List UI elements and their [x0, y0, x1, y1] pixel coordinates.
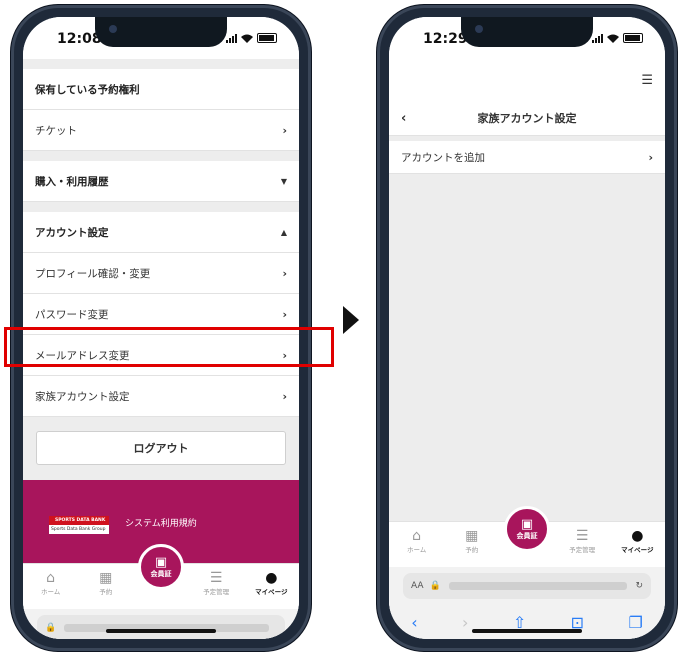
url-field[interactable]: 🔒 — [37, 615, 285, 639]
section-history[interactable]: 購入・利用履歴 ▼ — [23, 161, 299, 202]
reload-icon[interactable]: ↻ — [635, 581, 643, 591]
qr-code-icon: ▣ — [154, 555, 168, 570]
url-field[interactable]: AA 🔒 ↻ — [403, 573, 651, 599]
calendar-icon: ▦ — [99, 570, 113, 586]
tab-schedule[interactable]: ☰ 予定管理 — [557, 528, 607, 554]
camera-icon — [475, 25, 483, 33]
tab-home[interactable]: ⌂ ホーム — [392, 528, 442, 554]
terms-link[interactable]: システム利用規約 — [125, 516, 197, 529]
lock-icon: 🔒 — [429, 581, 441, 591]
signal-icon — [592, 34, 603, 43]
home-indicator — [472, 629, 582, 633]
notch — [461, 17, 593, 47]
qr-code-icon: ▣ — [520, 517, 534, 532]
tabs-icon[interactable]: ❐ — [628, 613, 642, 632]
highlight-box — [4, 327, 334, 367]
browser-url-bar: 🔒 — [23, 609, 299, 639]
user-icon: ● — [265, 570, 278, 586]
caret-up-icon: ▲ — [280, 227, 287, 237]
tab-reserve[interactable]: ▦ 予約 — [81, 570, 131, 596]
tab-bar: ⌂ ホーム ▦ 予約 ☰ 予定管理 ● マイページ ▣ 会員証 — [23, 544, 299, 609]
right-phone: 12:29 ☰ ‹ 家族アカウント設定 アカウントを追加 › ⌂ ホーム ▦ 予約 ☰… — [376, 4, 678, 652]
member-card-button[interactable]: ▣ 会員証 — [504, 506, 550, 552]
list-icon: ☰ — [209, 570, 223, 586]
add-account-label: アカウントを追加 — [401, 151, 485, 164]
system-icons — [226, 33, 277, 43]
chevron-right-icon: › — [282, 266, 287, 280]
menu-item-ticket[interactable]: チケット › — [23, 110, 299, 151]
left-phone: 12:08 保有している予約権利 チケット › 購入・利用履歴 ▼ アカウント設定 ▲… — [4, 4, 334, 652]
menu-item-label: パスワード変更 — [35, 308, 109, 321]
tab-home[interactable]: ⌂ ホーム — [26, 570, 76, 596]
menu-item-profile[interactable]: プロフィール確認・変更 › — [23, 253, 299, 294]
chevron-right-icon: › — [282, 307, 287, 321]
battery-icon — [257, 33, 277, 43]
browser-nav-buttons: ‹ › ⇧ ⊡ ❐ — [389, 605, 665, 639]
notch — [95, 17, 227, 47]
chevron-right-icon: › — [282, 389, 287, 403]
right-screen: 12:29 ☰ ‹ 家族アカウント設定 アカウントを追加 › ⌂ ホーム ▦ 予約 ☰… — [389, 17, 665, 639]
back-arrow-icon[interactable]: ‹ — [411, 613, 417, 632]
menu-item-label: プロフィール確認・変更 — [35, 267, 151, 280]
user-icon: ● — [631, 528, 644, 544]
tab-schedule[interactable]: ☰ 予定管理 — [191, 570, 241, 596]
lock-icon: 🔒 — [45, 623, 57, 633]
url-text-blurred — [448, 582, 628, 590]
add-account-row[interactable]: アカウントを追加 › — [389, 141, 665, 174]
tab-bar: ⌂ ホーム ▦ 予約 ☰ 予定管理 ● マイページ ▣ 会員証 — [389, 506, 665, 567]
tab-mypage[interactable]: ● マイページ — [612, 528, 662, 554]
text-size-button[interactable]: AA — [411, 581, 424, 591]
system-icons — [592, 33, 643, 43]
top-header — [389, 59, 665, 101]
calendar-icon: ▦ — [465, 528, 479, 544]
chevron-right-icon: › — [648, 150, 653, 164]
section-label: 保有している予約権利 — [35, 83, 140, 96]
page-title: 家族アカウント設定 — [477, 112, 577, 125]
home-indicator — [106, 629, 216, 633]
wifi-icon — [241, 34, 253, 43]
wifi-icon — [607, 34, 619, 43]
member-card-button[interactable]: ▣ 会員証 — [138, 544, 184, 590]
battery-icon — [623, 33, 643, 43]
tab-reserve[interactable]: ▦ 予約 — [447, 528, 497, 554]
hamburger-menu-icon[interactable]: ☰ — [641, 73, 653, 88]
section-account[interactable]: アカウント設定 ▲ — [23, 212, 299, 253]
tab-mypage[interactable]: ● マイページ — [246, 570, 296, 596]
sports-data-bank-logo: SPORTS DATA BANK Sports Data Bank Group — [49, 516, 109, 534]
camera-icon — [109, 25, 117, 33]
home-icon: ⌂ — [412, 528, 422, 544]
list-icon: ☰ — [575, 528, 589, 544]
back-chevron-icon[interactable]: ‹ — [401, 111, 406, 126]
menu-item-family-account[interactable]: 家族アカウント設定 › — [23, 376, 299, 417]
menu-item-label: 家族アカウント設定 — [35, 390, 130, 403]
section-label: アカウント設定 — [35, 226, 109, 239]
caret-down-icon: ▼ — [280, 176, 287, 186]
menu-item-label: チケット — [35, 124, 77, 137]
section-reservations: 保有している予約権利 — [23, 69, 299, 110]
forward-arrow-icon[interactable]: › — [462, 613, 468, 632]
home-icon: ⌂ — [46, 570, 56, 586]
logout-button[interactable]: ログアウト — [36, 431, 286, 465]
page-header: ‹ 家族アカウント設定 — [389, 101, 665, 136]
signal-icon — [226, 34, 237, 43]
section-label: 購入・利用履歴 — [35, 175, 109, 188]
chevron-right-icon: › — [282, 123, 287, 137]
arrow-right-icon — [343, 306, 359, 334]
